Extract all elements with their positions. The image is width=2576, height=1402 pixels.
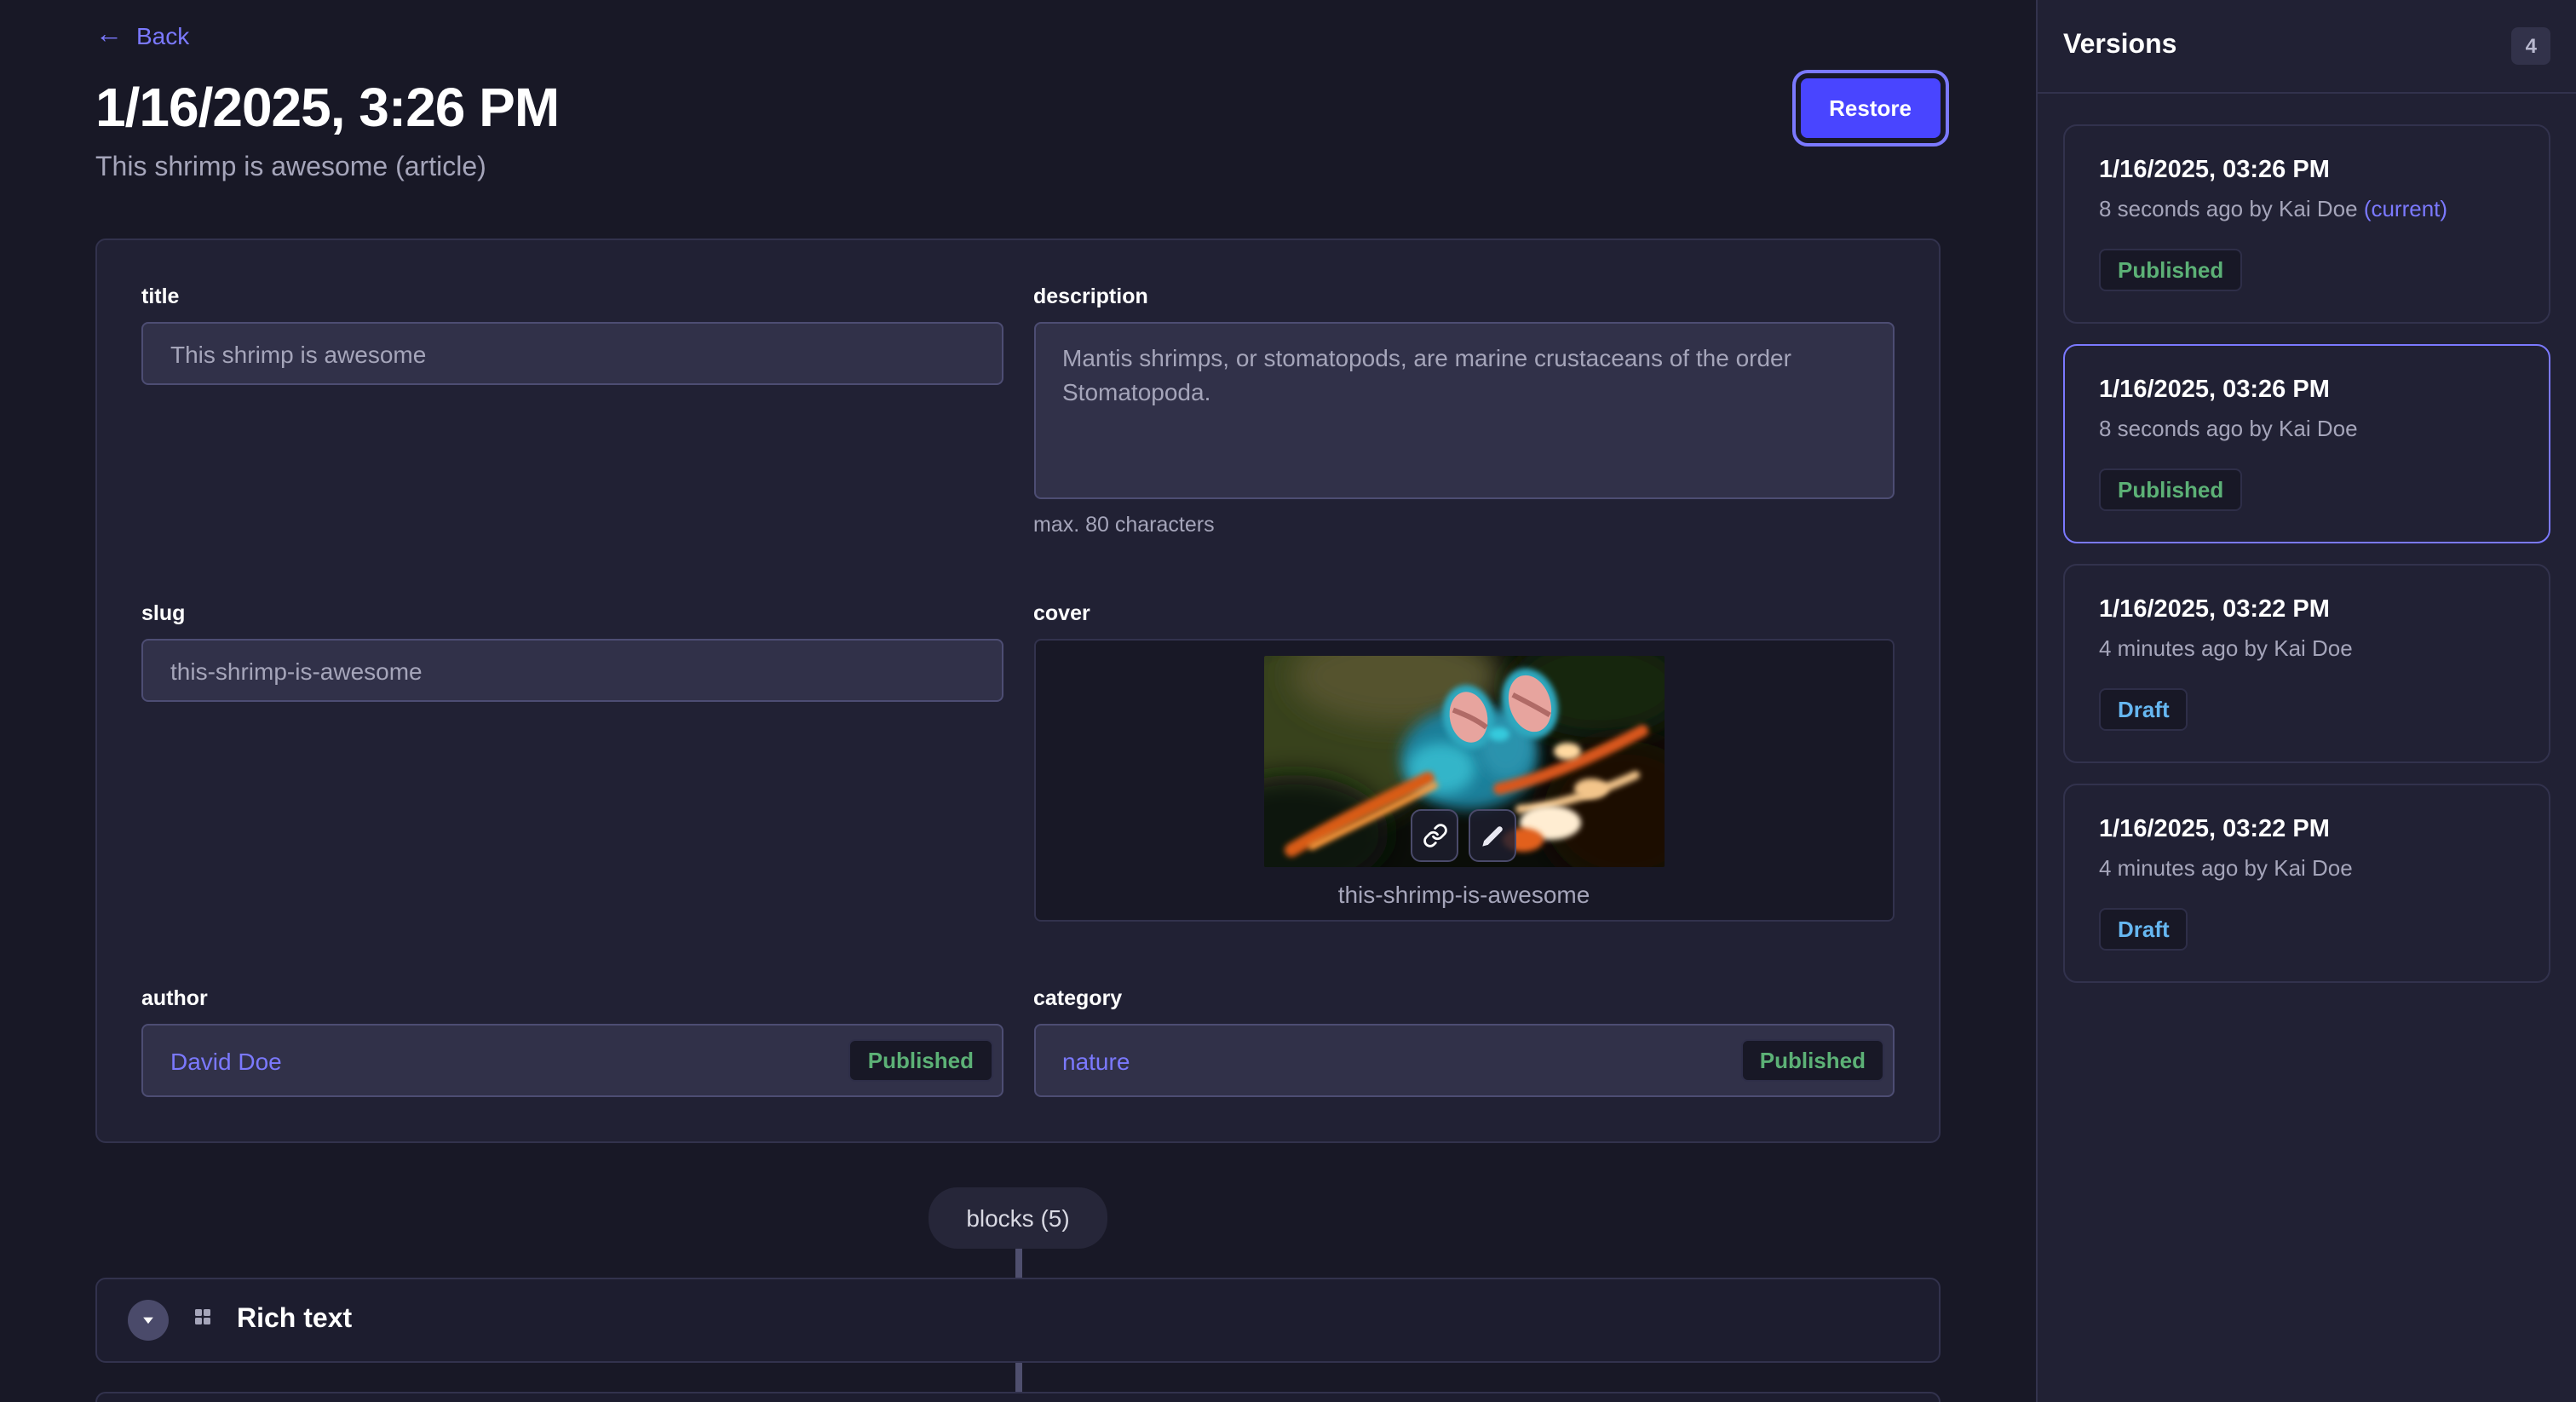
- blocks-zone: blocks (5) Rich text: [95, 1187, 1941, 1402]
- version-list: 1/16/2025, 03:26 PM 8 seconds ago by Kai…: [2038, 94, 2576, 1014]
- version-meta: 4 minutes ago by Kai Doe: [2099, 855, 2515, 881]
- screen: ← Back 1/16/2025, 3:26 PM Restore This s…: [0, 0, 2576, 1402]
- versions-title: Versions: [2063, 31, 2176, 61]
- author-status-badge: Published: [849, 1039, 992, 1082]
- version-date: 1/16/2025, 03:22 PM: [2099, 816, 2515, 843]
- description-hint: max. 80 characters: [1033, 513, 1895, 537]
- blocks-connector: [1015, 1363, 1021, 1392]
- field-description: description Mantis shrimps, or stomatopo…: [1033, 284, 1895, 537]
- field-slug: slug this-shrimp-is-awesome: [141, 601, 1003, 702]
- block-item-quote[interactable]: Quote - Thelonius Monk: [95, 1392, 1941, 1402]
- version-status-badge: Draft: [2099, 688, 2188, 731]
- version-card-4[interactable]: 1/16/2025, 03:22 PM 4 minutes ago by Kai…: [2063, 784, 2550, 983]
- main-content: ← Back 1/16/2025, 3:26 PM Restore This s…: [0, 0, 2036, 1402]
- block-label: Rich text: [237, 1305, 352, 1336]
- title-input: This shrimp is awesome: [141, 322, 1003, 385]
- drag-grid-icon: [193, 1305, 213, 1336]
- version-status-badge: Published: [2099, 468, 2242, 511]
- field-cover: cover: [1033, 601, 1895, 922]
- field-author-label: author: [141, 986, 1003, 1010]
- copy-link-button[interactable]: [1412, 809, 1459, 862]
- version-card-2-selected[interactable]: 1/16/2025, 03:26 PM 8 seconds ago by Kai…: [2063, 344, 2550, 543]
- category-relation-box: nature Published: [1033, 1024, 1895, 1097]
- restore-button[interactable]: Restore: [1800, 78, 1941, 138]
- versions-sidebar: Versions 4 1/16/2025, 03:26 PM 8 seconds…: [2036, 0, 2576, 1402]
- page-subtitle: This shrimp is awesome (article): [95, 153, 1941, 184]
- cover-actions: [1412, 809, 1517, 862]
- cover-media-box: this-shrimp-is-awesome: [1033, 639, 1895, 922]
- version-meta-text: 4 minutes ago by Kai Doe: [2099, 855, 2353, 881]
- version-status-badge: Published: [2099, 249, 2242, 291]
- description-textarea: Mantis shrimps, or stomatopods, are mari…: [1033, 322, 1895, 499]
- version-status-row: Draft: [2099, 688, 2515, 731]
- version-card-3[interactable]: 1/16/2025, 03:22 PM 4 minutes ago by Kai…: [2063, 564, 2550, 763]
- back-link[interactable]: ← Back: [95, 22, 189, 49]
- blocks-connector: [1015, 1249, 1021, 1278]
- slug-input: this-shrimp-is-awesome: [141, 639, 1003, 702]
- version-status-row: Published: [2099, 468, 2515, 511]
- version-meta-text: 8 seconds ago by Kai Doe: [2099, 196, 2358, 221]
- version-meta: 4 minutes ago by Kai Doe: [2099, 635, 2515, 661]
- block-item-rich-text[interactable]: Rich text: [95, 1278, 1941, 1363]
- edit-image-button[interactable]: [1469, 809, 1517, 862]
- versions-count-badge: 4: [2512, 27, 2550, 65]
- field-category-label: category: [1033, 986, 1895, 1010]
- version-date: 1/16/2025, 03:26 PM: [2099, 157, 2515, 184]
- field-description-label: description: [1033, 284, 1895, 308]
- version-date: 1/16/2025, 03:22 PM: [2099, 596, 2515, 623]
- field-author: author David Doe Published: [141, 986, 1003, 1097]
- category-status-badge: Published: [1741, 1039, 1884, 1082]
- link-icon: [1423, 823, 1448, 848]
- version-meta-text: 8 seconds ago by Kai Doe: [2099, 416, 2358, 441]
- author-relation-box: David Doe Published: [141, 1024, 1003, 1097]
- back-arrow-icon: ←: [95, 22, 123, 49]
- field-category: category nature Published: [1033, 986, 1895, 1097]
- back-label: Back: [136, 22, 189, 49]
- title-row: 1/16/2025, 3:26 PM Restore: [95, 77, 1941, 140]
- version-fields-card: title This shrimp is awesome description…: [95, 238, 1941, 1143]
- category-relation-link[interactable]: nature: [1062, 1047, 1130, 1074]
- blocks-count-pill: blocks (5): [929, 1187, 1107, 1249]
- version-meta: 8 seconds ago by Kai Doe (current): [2099, 196, 2515, 221]
- version-status-badge: Draft: [2099, 908, 2188, 951]
- author-relation-link[interactable]: David Doe: [170, 1047, 282, 1074]
- field-title: title This shrimp is awesome: [141, 284, 1003, 385]
- version-meta: 8 seconds ago by Kai Doe: [2099, 416, 2515, 441]
- field-slug-label: slug: [141, 601, 1003, 625]
- expand-toggle-button[interactable]: [128, 1300, 169, 1341]
- version-status-row: Published: [2099, 249, 2515, 291]
- app-root: ← Back 1/16/2025, 3:26 PM Restore This s…: [0, 0, 2576, 1402]
- chevron-down-icon: [140, 1307, 157, 1333]
- field-title-label: title: [141, 284, 1003, 308]
- version-current-label: (current): [2364, 196, 2447, 221]
- pencil-icon: [1481, 824, 1505, 848]
- version-status-row: Draft: [2099, 908, 2515, 951]
- field-cover-label: cover: [1033, 601, 1895, 625]
- version-date: 1/16/2025, 03:26 PM: [2099, 376, 2515, 404]
- cover-caption: this-shrimp-is-awesome: [1338, 881, 1590, 908]
- cover-image: [1264, 656, 1665, 867]
- version-meta-text: 4 minutes ago by Kai Doe: [2099, 635, 2353, 661]
- versions-header: Versions 4: [2038, 0, 2576, 94]
- page-title: 1/16/2025, 3:26 PM: [95, 77, 559, 140]
- version-card-1[interactable]: 1/16/2025, 03:26 PM 8 seconds ago by Kai…: [2063, 124, 2550, 324]
